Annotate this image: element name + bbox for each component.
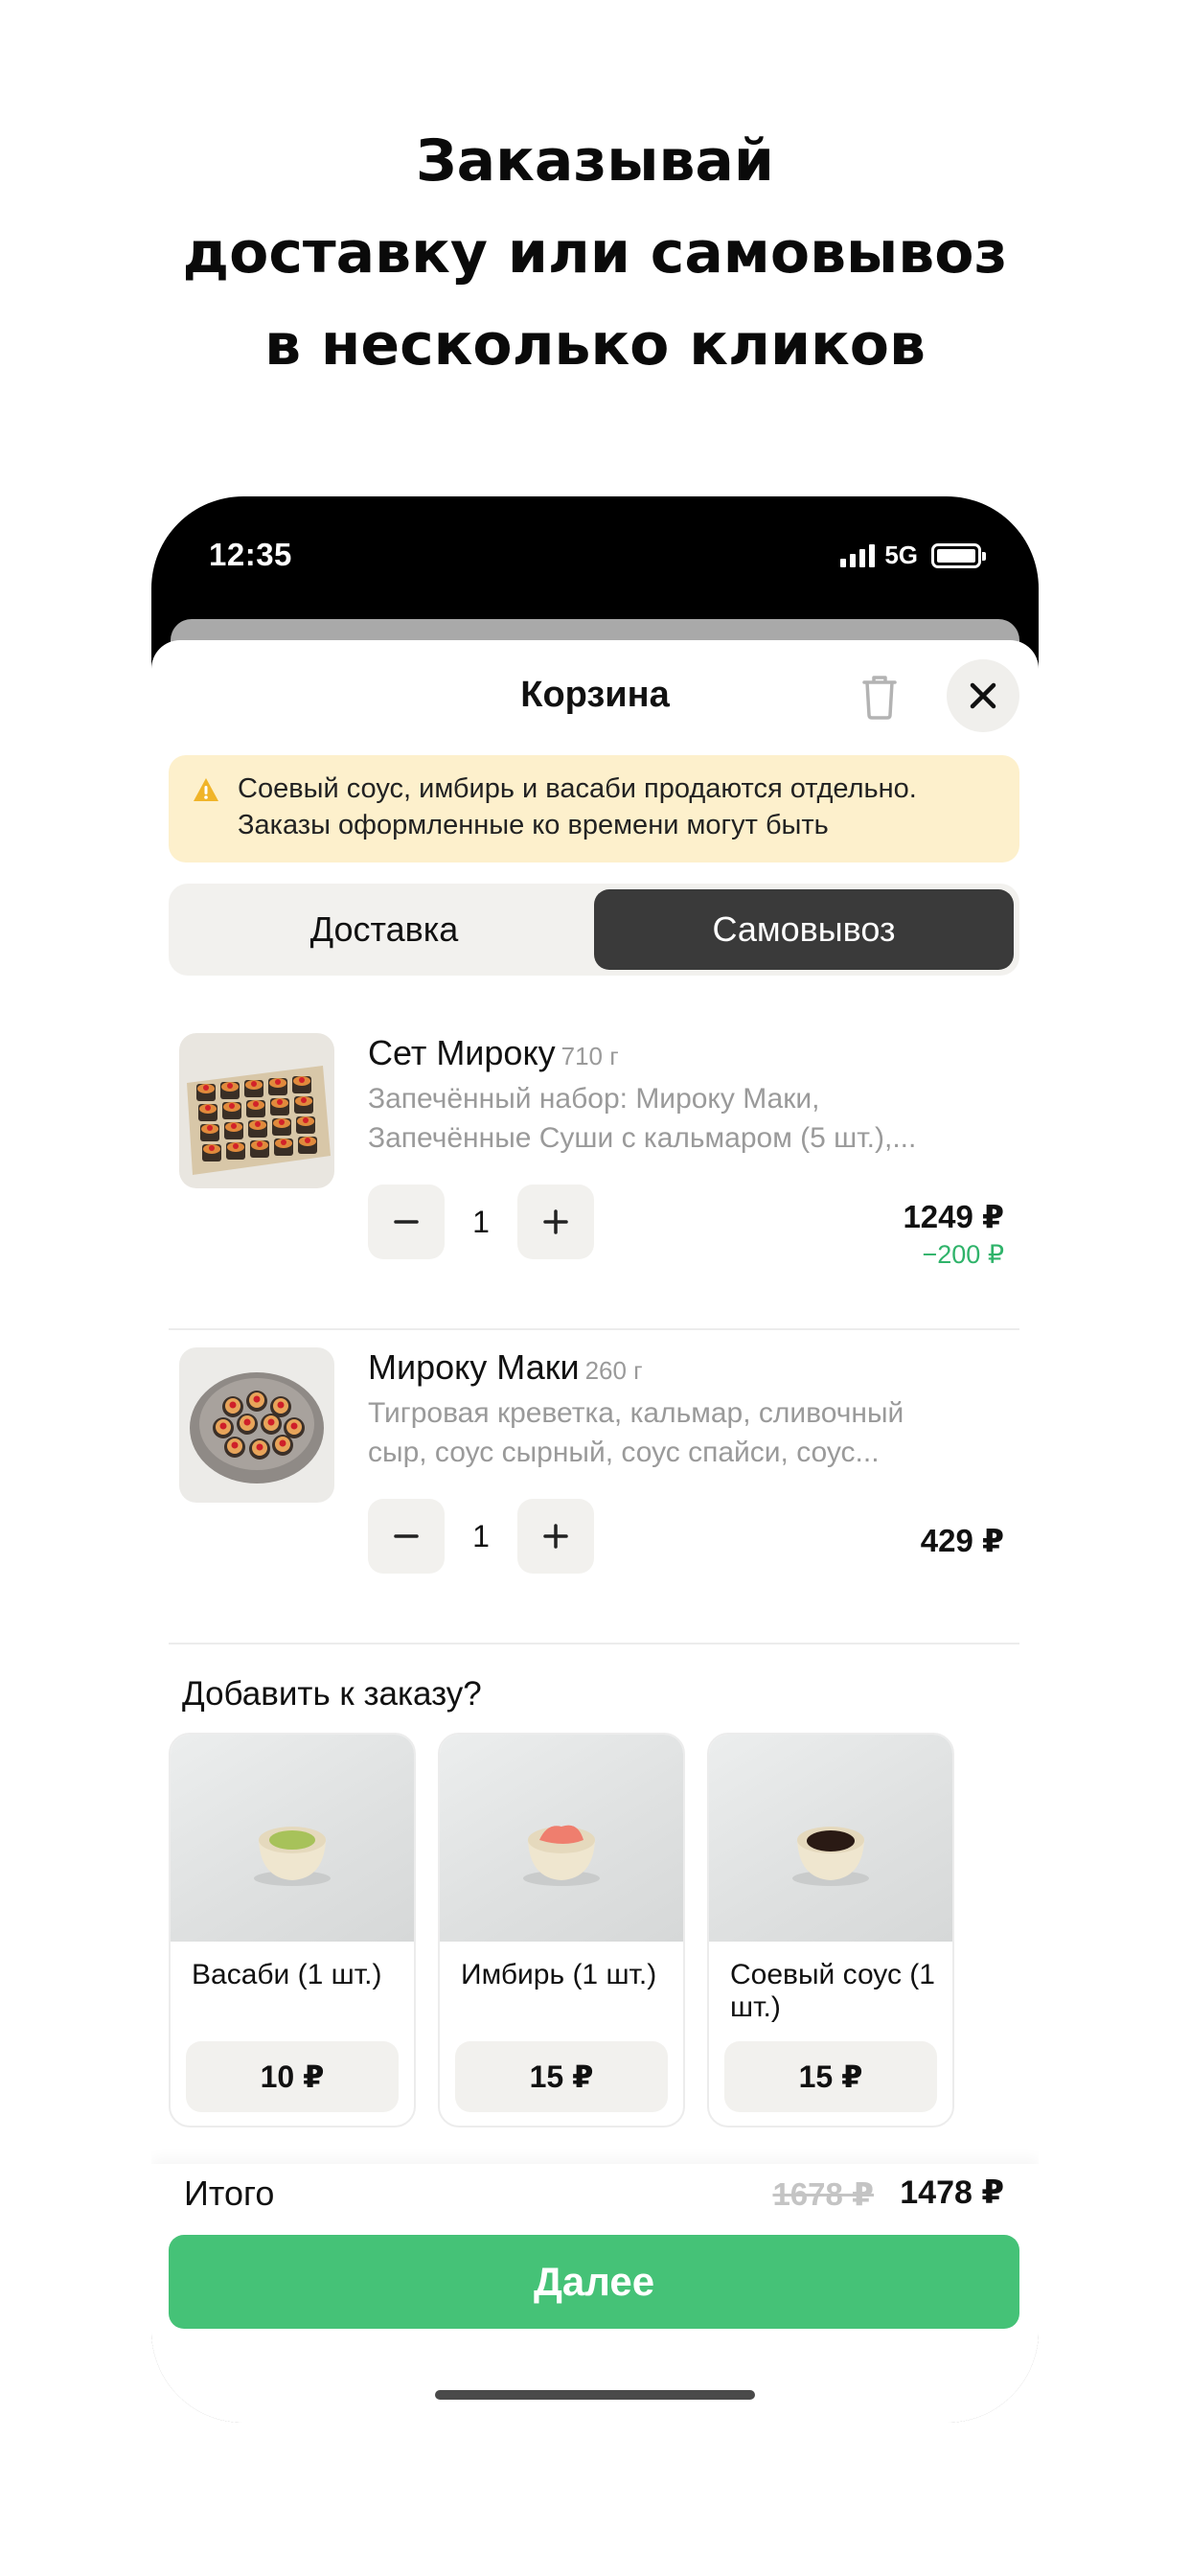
quantity-value: 1 <box>472 1204 490 1239</box>
addons-title: Добавить к заказу? <box>182 1675 482 1713</box>
cart-item: Мироку Маки 260 г Тигровая креветка, каль… <box>151 1330 1039 1644</box>
plus-icon <box>543 1524 568 1549</box>
signal-icon <box>840 543 876 567</box>
addon-name: Имбирь (1 шт.) <box>461 1959 657 1990</box>
quantity-value: 1 <box>472 1518 490 1553</box>
network-label: 5G <box>884 540 918 569</box>
minus-icon <box>394 1220 419 1224</box>
headline-line-1: Заказывай <box>416 127 774 195</box>
cart-footer: Итого 1678 ₽ 1478 ₽ Далее <box>151 2164 1039 2423</box>
item-name[interactable]: Сет Мироку 710 г <box>368 1033 619 1073</box>
notice-text-line-2: Заказы оформленные ко времени могут быть <box>238 810 829 840</box>
addon-image <box>440 1735 683 1942</box>
phone-frame: 12:35 5G Корзина Соевый соус, имбирь и в… <box>151 496 1039 2423</box>
next-button[interactable]: Далее <box>169 2235 1019 2329</box>
item-description: Запечённый набор: Мироку Маки, Запечённы… <box>368 1083 917 1154</box>
item-discount: −200 ₽ <box>922 1240 1005 1269</box>
quantity-decrease-button[interactable] <box>368 1499 445 1574</box>
addon-card-ginger[interactable]: Имбирь (1 шт.) 15 ₽ <box>438 1733 685 2128</box>
trash-icon[interactable] <box>858 673 901 721</box>
item-price: 1249 ₽ <box>903 1199 1004 1234</box>
tab-pickup[interactable]: Самовывоз <box>594 889 1014 970</box>
total-price: 1478 ₽ <box>900 2174 1004 2211</box>
promo-headline: Заказывай доставку или самовывоз в неско… <box>0 115 1190 391</box>
divider <box>169 1643 1019 1644</box>
plus-icon <box>543 1209 568 1234</box>
item-name[interactable]: Мироку Маки 260 г <box>368 1347 643 1388</box>
cart-sheet: Корзина Соевый соус, имбирь и васаби про… <box>151 640 1039 2423</box>
status-bar: 12:35 5G <box>151 496 1039 621</box>
minus-icon <box>394 1534 419 1538</box>
addon-image <box>709 1735 952 1942</box>
warning-icon <box>194 778 218 801</box>
quantity-increase-button[interactable] <box>517 1184 594 1259</box>
item-weight: 710 г <box>561 1042 619 1070</box>
addon-card-soy-sauce[interactable]: Соевый соус (1 шт.) 15 ₽ <box>707 1733 954 2128</box>
quantity-increase-button[interactable] <box>517 1499 594 1574</box>
headline-line-3: в несколько кликов <box>264 311 926 379</box>
fulfillment-toggle: Доставка Самовывоз <box>169 884 1019 976</box>
cart-header: Корзина <box>151 640 1039 755</box>
notice-text-line-1: Соевый соус, имбирь и васаби продаются о… <box>238 773 917 804</box>
cart-item: Сет Мироку 710 г Запечённый набор: Мироку… <box>151 1016 1039 1330</box>
close-icon <box>970 682 996 709</box>
item-image-miroku-maki[interactable] <box>179 1347 334 1503</box>
addon-name: Васаби (1 шт.) <box>192 1959 382 1990</box>
quantity-decrease-button[interactable] <box>368 1184 445 1259</box>
item-image-set-miroku[interactable] <box>179 1033 334 1188</box>
addon-image <box>171 1735 414 1942</box>
addon-price-button[interactable]: 15 ₽ <box>455 2041 668 2112</box>
item-price: 429 ₽ <box>920 1523 1004 1558</box>
battery-icon <box>931 542 986 568</box>
headline-line-2: доставку или самовывоз <box>182 219 1008 287</box>
cart-title: Корзина <box>520 675 670 715</box>
close-button[interactable] <box>947 659 1019 732</box>
status-icons: 5G <box>840 540 986 570</box>
addon-name: Соевый соус (1 шт.) <box>730 1959 935 2023</box>
notice-banner: Соевый соус, имбирь и васаби продаются о… <box>169 755 1019 862</box>
addon-card-wasabi[interactable]: Васаби (1 шт.) 10 ₽ <box>169 1733 416 2128</box>
item-weight: 260 г <box>584 1356 643 1385</box>
item-description: Тигровая креветка, кальмар, сливочный сы… <box>368 1397 904 1468</box>
total-old-price: 1678 ₽ <box>772 2176 874 2212</box>
home-indicator <box>435 2390 755 2400</box>
addon-price-button[interactable]: 10 ₽ <box>186 2041 399 2112</box>
tab-delivery[interactable]: Доставка <box>174 889 594 970</box>
status-time: 12:35 <box>209 537 292 572</box>
total-label: Итого <box>184 2174 275 2213</box>
addon-price-button[interactable]: 15 ₽ <box>724 2041 937 2112</box>
